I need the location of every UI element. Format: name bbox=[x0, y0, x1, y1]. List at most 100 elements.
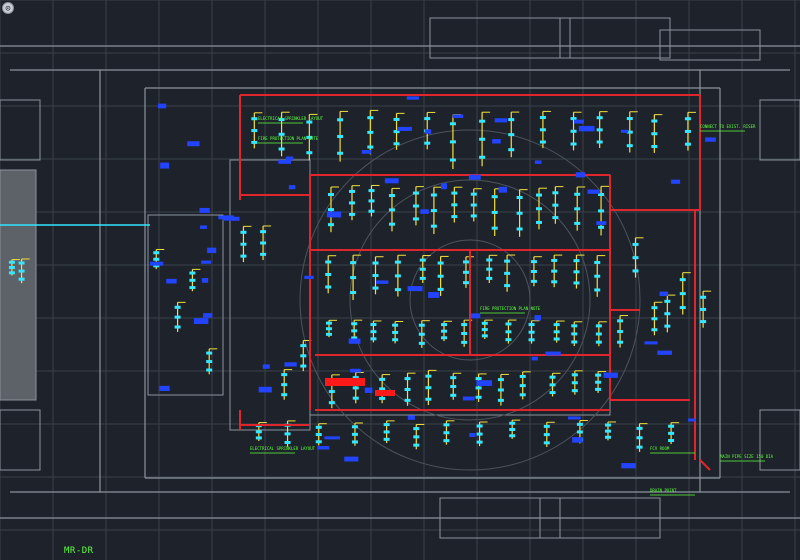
sprinkler-head bbox=[570, 117, 577, 121]
sprinkler-head bbox=[552, 216, 559, 220]
corner-room bbox=[759, 409, 800, 471]
sprinkler-head bbox=[451, 215, 458, 219]
sprinkler-head bbox=[539, 128, 546, 132]
sprinkler-head bbox=[189, 271, 196, 275]
sprinkler-head bbox=[449, 122, 456, 126]
pipe-tag bbox=[326, 211, 342, 218]
cad-drawing[interactable]: ELECTRICAL SPRINKLER LAYOUT FIRE PROTECTI… bbox=[0, 0, 800, 560]
cad-viewport[interactable]: ELECTRICAL SPRINKLER LAYOUT FIRE PROTECTI… bbox=[0, 0, 800, 560]
sprinkler-head bbox=[486, 258, 493, 262]
sprinkler-head bbox=[174, 325, 181, 329]
sprinkler-head bbox=[508, 118, 515, 122]
sprinkler-head bbox=[596, 140, 603, 144]
pipe-tag bbox=[657, 350, 673, 355]
sprinkler-head bbox=[379, 396, 386, 400]
sprinkler-head bbox=[394, 274, 401, 278]
sprinkler-head bbox=[491, 210, 498, 214]
sprinkler-head bbox=[684, 142, 691, 146]
sprinkler-head bbox=[476, 432, 483, 436]
valve-marker bbox=[325, 378, 365, 386]
pipe-tag bbox=[671, 179, 681, 184]
pipe-tag bbox=[166, 278, 177, 284]
sprinkler-head bbox=[260, 252, 267, 256]
sprinkler-head bbox=[413, 443, 420, 447]
sprinkler-head bbox=[413, 435, 420, 439]
sprinkler-head bbox=[509, 434, 516, 438]
pipe-tag bbox=[494, 118, 507, 123]
sprinkler-head bbox=[189, 278, 196, 282]
viewport-control-icon[interactable]: ⊙ bbox=[2, 2, 14, 14]
pipe-tag bbox=[344, 456, 359, 462]
sprinkler-head bbox=[251, 117, 258, 121]
sprinkler-head bbox=[450, 385, 457, 389]
sprinkler-head bbox=[383, 437, 390, 441]
sprinkler-head bbox=[189, 286, 196, 290]
sprinkler-head bbox=[462, 281, 469, 285]
sprinkler-head bbox=[351, 432, 358, 436]
sprinkler-head bbox=[470, 214, 477, 218]
sprinkler-head bbox=[461, 331, 468, 335]
sprinkler-head bbox=[462, 270, 469, 274]
sprinkler-head bbox=[240, 254, 247, 258]
annotation-text: ELECTRICAL SPRINKLER LAYOUT bbox=[250, 446, 316, 451]
sprinkler-head bbox=[430, 193, 437, 197]
pipe-tag bbox=[199, 207, 210, 213]
sprinkler-head bbox=[281, 373, 288, 377]
pipe-tag bbox=[406, 96, 419, 100]
sprinkler-head bbox=[604, 423, 611, 427]
pipe-tag bbox=[157, 103, 167, 109]
sprinkler-head bbox=[449, 140, 456, 144]
annotation-text: FIRE PROTECTION PLAN NOTE bbox=[480, 306, 541, 311]
sprinkler-head bbox=[679, 278, 686, 282]
sprinkler-head bbox=[418, 341, 425, 345]
sprinkler-head bbox=[388, 194, 395, 198]
sprinkler-head bbox=[284, 440, 291, 444]
pipe-tag bbox=[620, 129, 629, 133]
sprinkler-head bbox=[626, 117, 633, 121]
sprinkler-head bbox=[516, 227, 523, 231]
sprinkler-head bbox=[617, 319, 624, 323]
pipe-tag bbox=[452, 114, 464, 118]
sprinkler-head bbox=[574, 192, 581, 196]
sprinkler-head bbox=[392, 330, 399, 334]
sprinkler-head bbox=[551, 269, 558, 273]
sprinkler-head bbox=[8, 271, 15, 275]
sprinkler-head bbox=[594, 274, 601, 278]
annotation-text: FCV ROOM bbox=[650, 446, 670, 451]
tower-outline bbox=[659, 29, 761, 61]
sprinkler-head bbox=[440, 323, 447, 327]
pipe-tag bbox=[200, 225, 207, 229]
sprinkler-head bbox=[516, 196, 523, 200]
sprinkler-head bbox=[668, 424, 675, 428]
pipe-tag bbox=[420, 209, 429, 214]
sprinkler-head bbox=[174, 305, 181, 309]
sprinkler-head bbox=[530, 279, 537, 283]
pipe-tag bbox=[278, 159, 291, 164]
sprinkler-head bbox=[700, 320, 707, 324]
pipe-tag bbox=[469, 433, 476, 437]
sprinkler-head bbox=[443, 439, 450, 443]
pipe-tag bbox=[207, 247, 217, 254]
sprinkler-head bbox=[504, 271, 511, 275]
sprinkler-head bbox=[481, 328, 488, 332]
pipe-tag bbox=[304, 275, 314, 280]
pipe-tag bbox=[187, 141, 200, 147]
sprinkler-head bbox=[348, 201, 355, 205]
sprinkler-head bbox=[535, 193, 542, 197]
sprinkler-head bbox=[418, 332, 425, 336]
sprinkler-head bbox=[594, 260, 601, 264]
blue-tags bbox=[150, 96, 716, 469]
sprinkler-head bbox=[306, 120, 313, 124]
sprinkler-head bbox=[325, 332, 332, 336]
sprinkler-head bbox=[470, 203, 477, 207]
sprinkler-head bbox=[383, 423, 390, 427]
sprinkler-head bbox=[328, 401, 335, 405]
pipe-tag bbox=[361, 150, 372, 154]
sprinkler-head bbox=[528, 330, 535, 334]
pipe-tag bbox=[440, 183, 448, 190]
sprinkler-head bbox=[255, 430, 262, 434]
sprinkler-head bbox=[553, 337, 560, 341]
sprinkler-head bbox=[598, 209, 605, 213]
sprinkler-head bbox=[519, 384, 526, 388]
sprinkler-head bbox=[679, 306, 686, 310]
